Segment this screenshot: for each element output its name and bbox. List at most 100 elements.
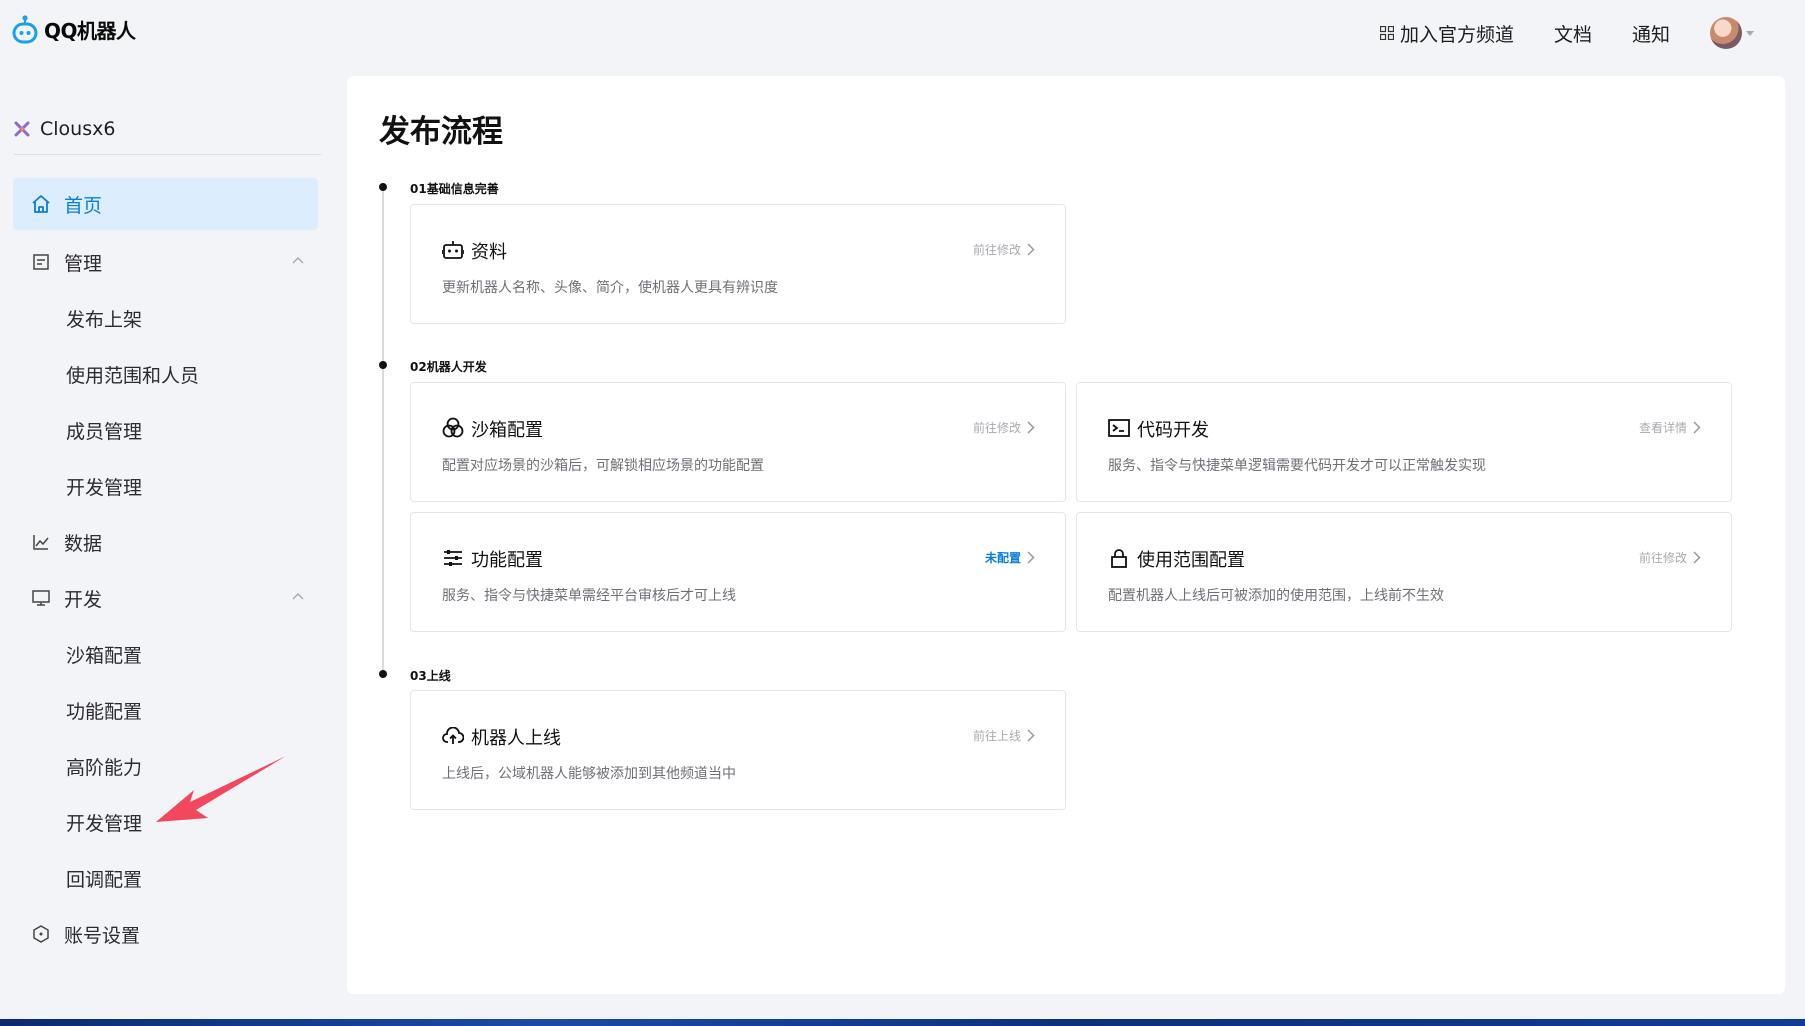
sidebar-item-publish[interactable]: 发布上架 [13, 290, 318, 346]
annotation-arrow-icon [156, 756, 286, 822]
bot-avatar-icon [14, 121, 30, 137]
sidebar-item-dev-manage[interactable]: 开发管理 [13, 458, 318, 514]
grid-icon [1379, 26, 1394, 40]
card-action-label: 前往上线 [972, 729, 1021, 743]
sidebar-item-label: 开发管理 [66, 476, 143, 499]
line-chart-icon [30, 531, 52, 553]
cloud-upload-icon [442, 725, 464, 747]
notify-label: 通知 [1631, 23, 1670, 46]
card-action-label: 前往修改 [972, 421, 1021, 435]
card-title: 机器人上线 [471, 728, 561, 749]
document-icon [30, 251, 52, 273]
timeline-dot [379, 183, 387, 191]
circles-icon [442, 417, 464, 439]
card-desc: 上线后，公域机器人能够被添加到其他频道当中 [442, 766, 736, 782]
card-desc: 更新机器人名称、头像、简介，使机器人更具有辨识度 [442, 280, 778, 296]
sidebar-item-label: 使用范围和人员 [66, 364, 200, 387]
card-title: 沙箱配置 [471, 420, 543, 441]
bot-selector[interactable]: Clousx6 [14, 118, 115, 140]
divider [14, 154, 321, 155]
step-label: 02机器人开发 [410, 360, 487, 374]
sidebar-item-label: 管理 [64, 252, 103, 275]
join-channel-link[interactable]: 加入官方频道 [1379, 20, 1514, 47]
chevron-right-icon [1027, 243, 1035, 256]
card-action-label: 未配置 [984, 551, 1021, 565]
card-sandbox[interactable]: 沙箱配置 配置对应场景的沙箱后，可解锁相应场景的功能配置 前往修改 [410, 382, 1066, 502]
chevron-right-icon [1027, 551, 1035, 564]
robot-icon [442, 239, 464, 261]
card-action[interactable]: 前往修改 [973, 419, 1035, 436]
card-title: 功能配置 [471, 550, 543, 571]
terminal-icon [1108, 417, 1130, 439]
card-code-dev[interactable]: 代码开发 服务、指令与快捷菜单逻辑需要代码开发才可以正常触发实现 查看详情 [1076, 382, 1732, 502]
sidebar-item-label: 成员管理 [66, 420, 143, 443]
chevron-up-icon [292, 592, 304, 600]
timeline-dot [379, 361, 387, 369]
lock-icon [1108, 547, 1130, 569]
sidebar-item-callback[interactable]: 回调配置 [13, 850, 318, 906]
chevron-right-icon [1027, 421, 1035, 434]
card-scope-config[interactable]: 使用范围配置 配置机器人上线后可被添加的使用范围，上线前不生效 前往修改 [1076, 512, 1732, 632]
card-title: 资料 [471, 242, 507, 263]
sidebar: Clousx6 首页 管理 发布上架 使用范围和人员 成员管理 开发管理 数据 … [0, 66, 332, 1026]
bot-name: Clousx6 [40, 118, 116, 140]
sidebar-item-label: 开发管理 [66, 812, 143, 835]
app-logo[interactable]: QQ机器人 [12, 14, 136, 44]
card-action-label: 前往修改 [1638, 551, 1687, 565]
sidebar-item-label: 回调配置 [66, 868, 143, 891]
monitor-icon [30, 587, 52, 609]
robot-logo-icon [12, 15, 38, 44]
sidebar-item-scope-members[interactable]: 使用范围和人员 [13, 346, 318, 402]
sidebar-item-dev[interactable]: 开发 [13, 570, 318, 626]
sidebar-item-account[interactable]: 账号设置 [13, 906, 318, 962]
sidebar-item-label: 高阶能力 [66, 756, 143, 779]
card-action[interactable]: 前往修改 [973, 241, 1035, 258]
card-action-label: 前往修改 [972, 243, 1021, 257]
sidebar-item-label: 功能配置 [66, 700, 143, 723]
card-feature-config[interactable]: 功能配置 服务、指令与快捷菜单需经平台审核后才可上线 未配置 [410, 512, 1066, 632]
step-label: 01基础信息完善 [410, 182, 499, 196]
sidebar-item-label: 首页 [64, 194, 103, 217]
sidebar-item-label: 数据 [64, 532, 103, 555]
timeline-line [382, 188, 384, 678]
card-action-label: 查看详情 [1638, 421, 1687, 435]
sidebar-item-sandbox[interactable]: 沙箱配置 [13, 626, 318, 682]
card-go-online[interactable]: 机器人上线 上线后，公域机器人能够被添加到其他频道当中 前往上线 [410, 690, 1066, 810]
card-action[interactable]: 前往上线 [973, 727, 1035, 744]
card-action[interactable]: 前往修改 [1639, 549, 1701, 566]
sidebar-item-home[interactable]: 首页 [13, 178, 318, 230]
sliders-icon [442, 547, 464, 569]
chevron-right-icon [1693, 421, 1701, 434]
join-channel-label: 加入官方频道 [1399, 23, 1514, 46]
top-bar: QQ机器人 加入官方频道 文档 通知 [0, 0, 1805, 66]
sidebar-nav: 首页 管理 发布上架 使用范围和人员 成员管理 开发管理 数据 开发 沙箱配置 … [13, 178, 318, 962]
card-action[interactable]: 查看详情 [1639, 419, 1701, 436]
avatar [1710, 17, 1742, 49]
sidebar-item-member-manage[interactable]: 成员管理 [13, 402, 318, 458]
card-title: 代码开发 [1137, 420, 1209, 441]
notify-link[interactable]: 通知 [1632, 20, 1670, 47]
sidebar-item-label: 发布上架 [66, 308, 143, 331]
card-action[interactable]: 未配置 [985, 549, 1035, 566]
step-label: 03上线 [410, 669, 451, 683]
card-desc: 服务、指令与快捷菜单需经平台审核后才可上线 [442, 588, 736, 604]
card-desc: 服务、指令与快捷菜单逻辑需要代码开发才可以正常触发实现 [1108, 458, 1486, 474]
sidebar-item-data[interactable]: 数据 [13, 514, 318, 570]
card-profile[interactable]: 资料 更新机器人名称、头像、简介，使机器人更具有辨识度 前往修改 [410, 204, 1066, 324]
timeline-dot [379, 670, 387, 678]
home-icon [30, 193, 52, 215]
docs-link[interactable]: 文档 [1554, 20, 1592, 47]
chevron-down-icon [1746, 30, 1754, 36]
docs-label: 文档 [1553, 23, 1592, 46]
sidebar-item-label: 沙箱配置 [66, 644, 143, 667]
main-panel: 发布流程 01基础信息完善 02机器人开发 03上线 资料 更新机器人名称、头像… [347, 76, 1785, 994]
chevron-right-icon [1693, 551, 1701, 564]
sidebar-item-feature-config[interactable]: 功能配置 [13, 682, 318, 738]
sidebar-item-manage[interactable]: 管理 [13, 234, 318, 290]
page-title: 发布流程 [379, 114, 503, 150]
user-menu[interactable] [1710, 17, 1754, 49]
card-title: 使用范围配置 [1137, 550, 1245, 571]
card-desc: 配置对应场景的沙箱后，可解锁相应场景的功能配置 [442, 458, 764, 474]
sidebar-item-label: 账号设置 [64, 924, 141, 947]
desktop-background-strip [0, 1019, 1805, 1026]
